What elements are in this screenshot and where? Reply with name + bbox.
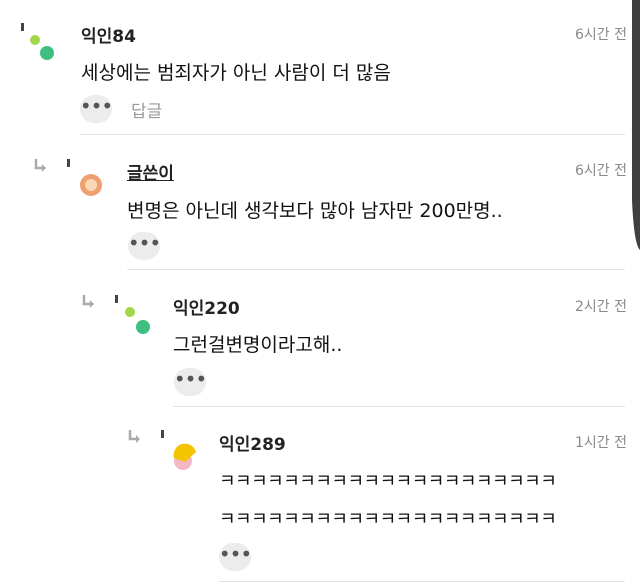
divider (127, 269, 625, 270)
marker-icon (67, 159, 70, 167)
divider (173, 406, 625, 407)
comment-username[interactable]: 익인220 (173, 294, 240, 319)
reply-button[interactable]: 답글 (131, 97, 162, 122)
comment-timestamp: 2시간 전 (575, 299, 627, 315)
divider (80, 134, 625, 135)
more-dots-icon: ••• (79, 94, 113, 118)
reply-arrow-icon (127, 429, 143, 445)
comment-text: 변명은 아닌데 생각보다 많아 남자만 200만명.. (127, 200, 503, 222)
avatar (168, 440, 202, 474)
more-options-button[interactable]: ••• (79, 94, 113, 123)
avatar (121, 306, 153, 338)
more-dots-icon: ••• (218, 542, 252, 566)
comment-text-line-1: ㅋㅋㅋㅋㅋㅋㅋㅋㅋㅋㅋㅋㅋㅋㅋㅋㅋㅋㅋㅋㅋ (219, 471, 557, 492)
more-options-button[interactable]: ••• (127, 231, 161, 260)
comment-timestamp: 6시간 전 (575, 163, 627, 179)
comment-text: 그런걸변명이라고해.. (173, 334, 343, 356)
comment-username[interactable]: 익인84 (81, 22, 136, 47)
comment-username[interactable]: 익인289 (219, 430, 286, 455)
comment-timestamp: 1시간 전 (575, 435, 627, 451)
scrollbar-track[interactable] (632, 0, 640, 583)
divider (219, 581, 625, 582)
more-dots-icon: ••• (173, 367, 207, 391)
reply-arrow-icon (81, 294, 97, 310)
comment-text-line-2: ㅋㅋㅋㅋㅋㅋㅋㅋㅋㅋㅋㅋㅋㅋㅋㅋㅋㅋㅋㅋㅋ (219, 509, 557, 530)
marker-icon (161, 430, 164, 438)
avatar (28, 34, 58, 64)
avatar (76, 170, 106, 200)
more-options-button[interactable]: ••• (218, 542, 252, 571)
comment-text: 세상에는 범죄자가 아닌 사람이 더 많음 (81, 62, 391, 84)
marker-icon (21, 23, 24, 31)
marker-icon (115, 295, 118, 303)
comment-username[interactable]: 글쓴이 (127, 159, 174, 184)
more-dots-icon: ••• (127, 231, 161, 255)
more-options-button[interactable]: ••• (173, 367, 207, 396)
comment-timestamp: 6시간 전 (575, 27, 627, 43)
reply-arrow-icon (33, 158, 49, 174)
